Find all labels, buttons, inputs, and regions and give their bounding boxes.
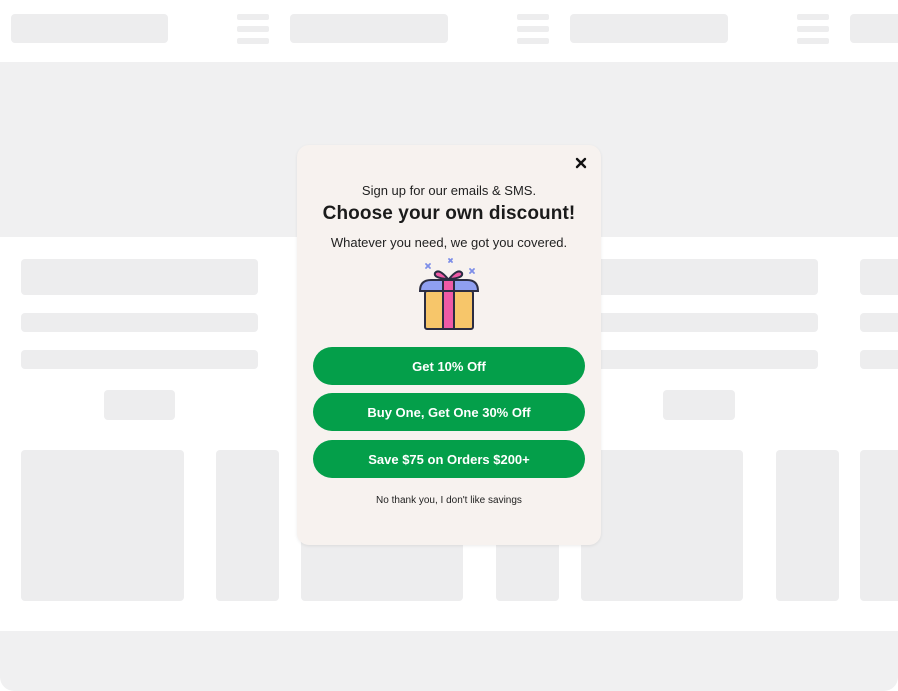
card-placeholder <box>216 450 279 601</box>
card-placeholder <box>21 450 184 601</box>
close-button[interactable] <box>571 153 591 173</box>
content-placeholder <box>21 350 258 369</box>
content-placeholder <box>860 350 898 369</box>
page: Sign up for our emails & SMS. Choose you… <box>0 0 898 691</box>
content-placeholder <box>104 390 175 420</box>
offer-button-bogo[interactable]: Buy One, Get One 30% Off <box>313 393 585 431</box>
offer-button-save-75[interactable]: Save $75 on Orders $200+ <box>313 440 585 478</box>
content-placeholder <box>860 259 898 295</box>
nav-placeholder-1 <box>11 14 168 43</box>
card-placeholder <box>581 450 743 601</box>
popup-subtitle: Sign up for our emails & SMS. <box>361 183 537 198</box>
content-placeholder <box>590 313 818 332</box>
footer-placeholder <box>0 631 898 691</box>
popup-description: Whatever you need, we got you covered. <box>330 235 568 250</box>
nav-placeholder-2 <box>290 14 448 43</box>
nav-placeholder-3 <box>570 14 728 43</box>
close-icon <box>575 157 587 169</box>
content-placeholder <box>663 390 735 420</box>
card-placeholder <box>776 450 839 601</box>
gift-box-icon <box>415 258 485 330</box>
menu-placeholder-icon <box>517 14 549 44</box>
content-placeholder <box>590 259 818 295</box>
card-placeholder <box>860 450 898 601</box>
discount-popup: Sign up for our emails & SMS. Choose you… <box>297 145 601 545</box>
offer-button-10-percent[interactable]: Get 10% Off <box>313 347 585 385</box>
content-placeholder <box>860 313 898 332</box>
popup-title: Choose your own discount! <box>322 203 576 224</box>
decline-link[interactable]: No thank you, I don't like savings <box>297 495 601 506</box>
content-placeholder <box>590 350 818 369</box>
nav-placeholder-4 <box>850 14 898 43</box>
menu-placeholder-icon <box>237 14 269 44</box>
content-placeholder <box>21 259 258 295</box>
content-placeholder <box>21 313 258 332</box>
menu-placeholder-icon <box>797 14 829 44</box>
